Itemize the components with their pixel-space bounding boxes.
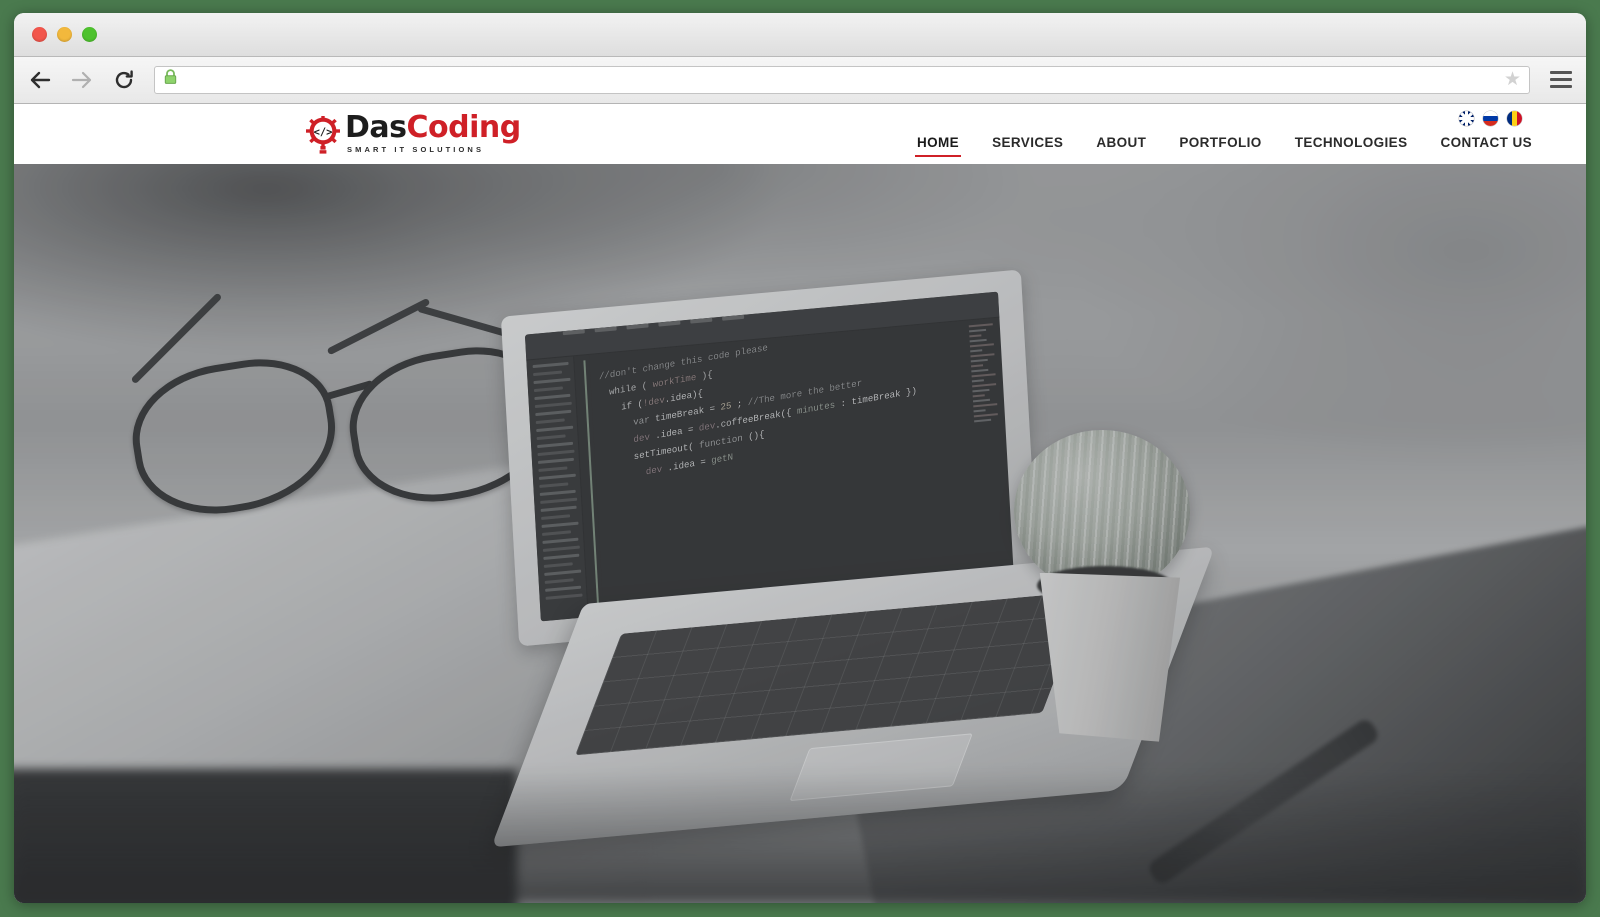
close-window-button[interactable]	[32, 26, 47, 42]
hero-banner: //don't change this code please while ( …	[14, 163, 1586, 903]
language-flag-ro[interactable]	[1507, 110, 1522, 126]
nav-item-home[interactable]: HOME	[914, 131, 962, 157]
maximize-window-button[interactable]	[82, 26, 97, 42]
language-switcher	[1459, 110, 1556, 126]
reload-button[interactable]	[108, 64, 140, 96]
nav-item-portfolio[interactable]: PORTFOLIO	[1177, 131, 1263, 157]
web-page: </> DasCoding SMART IT SOLUTIONS HOME SE…	[14, 103, 1586, 903]
header-right-cluster: HOME SERVICES ABOUT PORTFOLIO TECHNOLOGI…	[914, 110, 1556, 157]
hero-overlay	[14, 163, 1586, 903]
nav-item-services[interactable]: SERVICES	[990, 131, 1065, 157]
minimize-window-button[interactable]	[57, 26, 72, 42]
address-bar[interactable]: ★	[154, 65, 1530, 94]
main-navigation: HOME SERVICES ABOUT PORTFOLIO TECHNOLOGI…	[914, 131, 1556, 157]
browser-window: ★ </> DasCoding SMART IT SOLUTIONS HOME …	[14, 12, 1586, 903]
logo-wordmark: DasCoding SMART IT SOLUTIONS	[345, 113, 521, 154]
window-controls	[32, 26, 97, 42]
logo-tagline: SMART IT SOLUTIONS	[347, 145, 485, 155]
logo-name-das: Das	[345, 110, 407, 146]
language-flag-en[interactable]	[1459, 110, 1474, 126]
language-flag-ru[interactable]	[1483, 110, 1498, 126]
browser-toolbar: ★	[14, 56, 1586, 104]
lock-icon	[163, 69, 178, 90]
forward-button[interactable]	[66, 64, 98, 96]
nav-item-technologies[interactable]: TECHNOLOGIES	[1293, 131, 1410, 157]
bookmark-star-icon[interactable]: ★	[1504, 70, 1521, 89]
nav-item-contact-us[interactable]: CONTACT US	[1439, 131, 1535, 157]
site-logo[interactable]: </> DasCoding SMART IT SOLUTIONS	[306, 113, 521, 154]
nav-item-about[interactable]: ABOUT	[1094, 131, 1148, 157]
browser-titlebar	[14, 12, 1586, 57]
svg-text:</>: </>	[314, 126, 333, 138]
back-button[interactable]	[24, 64, 56, 96]
browser-menu-icon[interactable]	[1550, 71, 1572, 88]
site-header: </> DasCoding SMART IT SOLUTIONS HOME SE…	[14, 103, 1586, 164]
logo-name-coding: Coding	[406, 110, 522, 146]
gear-code-icon: </>	[306, 115, 340, 154]
